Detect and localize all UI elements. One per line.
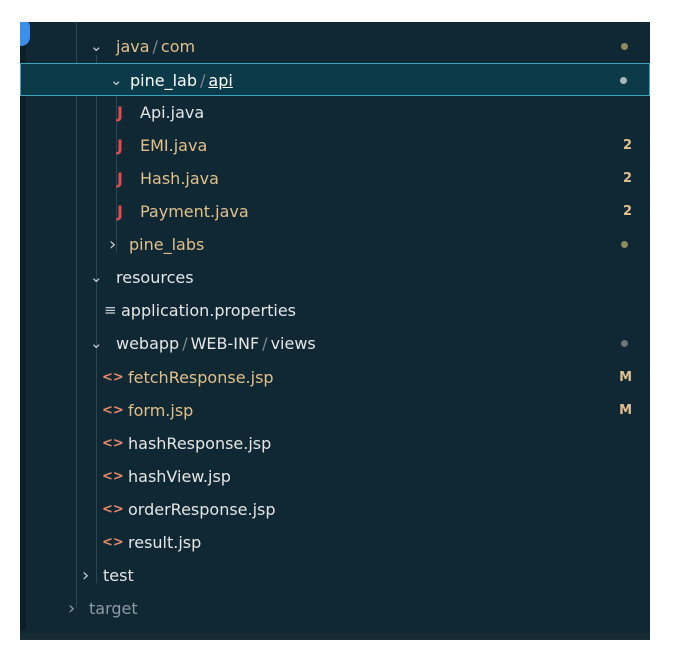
- chevron-down-icon: ⌄: [90, 37, 103, 55]
- jsp-file-icon: <>: [102, 403, 124, 418]
- tree-file-result-jsp[interactable]: <> result.jsp: [20, 526, 650, 559]
- tree-file-form-jsp[interactable]: <> form.jsp M: [20, 394, 650, 427]
- scroll-shadow: [20, 630, 650, 640]
- jsp-file-icon: <>: [102, 469, 124, 484]
- folder-label: webapp / WEB-INF / views: [116, 334, 316, 353]
- java-file-icon: J: [117, 202, 123, 221]
- modified-dot: [621, 340, 628, 347]
- jsp-file-icon: <>: [102, 502, 124, 517]
- folder-label: test: [103, 566, 134, 585]
- modified-dot: [620, 77, 627, 84]
- explorer-panel: ⌄ java / com ⌄ pine_lab / api J Api.java J E…: [20, 22, 650, 640]
- chevron-right-icon: ›: [109, 234, 117, 255]
- tree-file-emi-java[interactable]: J EMI.java 2: [20, 129, 650, 162]
- jsp-file-icon: <>: [102, 370, 124, 385]
- chevron-right-icon: ›: [68, 598, 76, 619]
- tree-folder-test[interactable]: › test: [20, 559, 650, 592]
- file-label: application.properties: [121, 301, 296, 320]
- tree-folder-java-com[interactable]: ⌄ java / com: [20, 30, 650, 63]
- modified-dot: [621, 241, 628, 248]
- jsp-file-icon: <>: [102, 436, 124, 451]
- modified-dot: [621, 43, 628, 50]
- chevron-down-icon: ⌄: [110, 71, 123, 89]
- chevron-down-icon: ⌄: [90, 268, 103, 286]
- tree-file-api-java[interactable]: J Api.java: [20, 96, 650, 129]
- tree-file-hash-java[interactable]: J Hash.java 2: [20, 162, 650, 195]
- file-label: hashView.jsp: [128, 467, 231, 486]
- problem-count-badge: 2: [622, 171, 632, 186]
- problem-count-badge: 2: [622, 138, 632, 153]
- tree-file-orderresponse-jsp[interactable]: <> orderResponse.jsp: [20, 493, 650, 526]
- folder-label: pine_labs: [129, 235, 205, 254]
- properties-file-icon: ≡: [104, 301, 117, 319]
- tree-folder-pine-labs[interactable]: › pine_labs: [20, 228, 650, 261]
- tree-file-fetchresponse-jsp[interactable]: <> fetchResponse.jsp M: [20, 361, 650, 394]
- chevron-right-icon: ›: [82, 565, 90, 586]
- tree-folder-pine-lab-api[interactable]: ⌄ pine_lab / api: [20, 63, 650, 96]
- tree-folder-resources[interactable]: ⌄ resources: [20, 261, 650, 294]
- file-label: Payment.java: [140, 202, 249, 221]
- tree-folder-target[interactable]: › target: [20, 592, 650, 625]
- file-label: Hash.java: [140, 169, 219, 188]
- java-file-icon: J: [117, 136, 123, 155]
- file-label: EMI.java: [140, 136, 208, 155]
- problem-count-badge: 2: [622, 204, 632, 219]
- folder-label: pine_lab / api: [130, 71, 233, 90]
- folder-label: java / com: [116, 37, 196, 56]
- tree-file-application-properties[interactable]: ≡ application.properties: [20, 294, 650, 327]
- tree-folder-webapp-views[interactable]: ⌄ webapp / WEB-INF / views: [20, 327, 650, 360]
- folder-label: resources: [116, 268, 194, 287]
- java-file-icon: J: [117, 103, 123, 122]
- file-label: hashResponse.jsp: [128, 434, 272, 453]
- git-modified-badge: M: [619, 370, 632, 385]
- file-label: form.jsp: [128, 401, 194, 420]
- file-label: orderResponse.jsp: [128, 500, 276, 519]
- jsp-file-icon: <>: [102, 535, 124, 550]
- java-file-icon: J: [117, 169, 123, 188]
- chevron-down-icon: ⌄: [90, 334, 103, 352]
- file-label: fetchResponse.jsp: [128, 368, 274, 387]
- tree-file-payment-java[interactable]: J Payment.java 2: [20, 195, 650, 228]
- tree-file-hashview-jsp[interactable]: <> hashView.jsp: [20, 460, 650, 493]
- tree-file-hashresponse-jsp[interactable]: <> hashResponse.jsp: [20, 427, 650, 460]
- git-modified-badge: M: [619, 403, 632, 418]
- file-label: result.jsp: [128, 533, 202, 552]
- file-label: Api.java: [140, 103, 205, 122]
- folder-label: target: [89, 599, 138, 618]
